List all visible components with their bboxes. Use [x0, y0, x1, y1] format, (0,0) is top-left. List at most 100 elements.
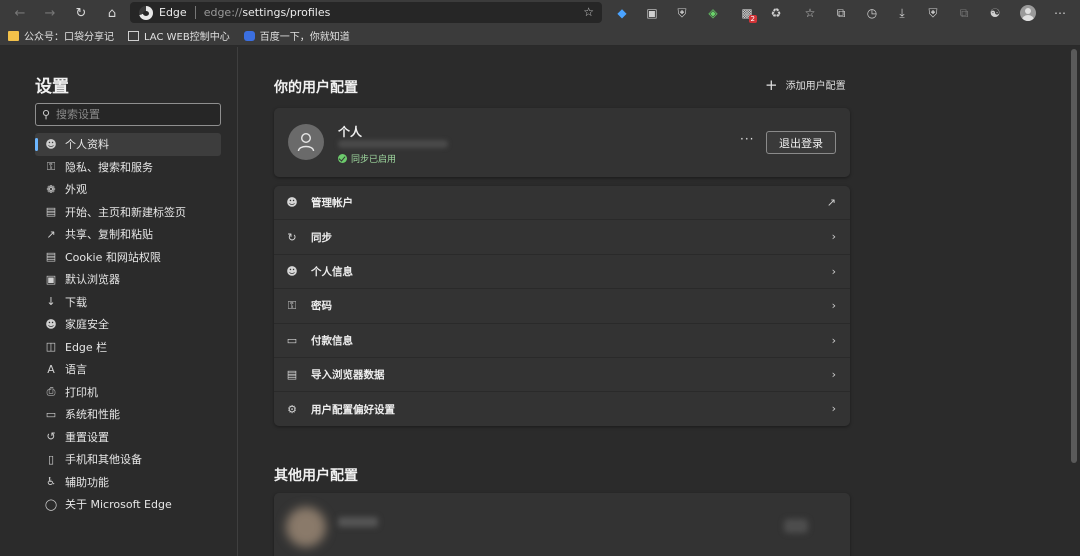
row-personal-info[interactable]: ☻ 个人信息 ›	[274, 255, 850, 290]
sidebar-item-reset[interactable]: ↺ 重置设置	[35, 426, 221, 449]
more-options-icon[interactable]: ···	[740, 132, 754, 146]
sign-out-button[interactable]: 退出登录	[766, 131, 836, 154]
profile-email-redacted	[338, 140, 448, 148]
sidebar-item-label: 外观	[65, 183, 87, 197]
add-profile-label: 添加用户配置	[785, 81, 846, 92]
extension-shield-icon[interactable]: ⛨	[671, 2, 693, 24]
extensions-icon[interactable]: ♻	[765, 2, 787, 24]
history-icon[interactable]: ◷	[861, 2, 883, 24]
site-name: Edge	[159, 6, 187, 19]
home-icon: ▤	[45, 205, 57, 219]
refresh-icon[interactable]: ↻	[66, 1, 96, 25]
sidebar-item-label: 关于 Microsoft Edge	[65, 498, 172, 512]
bookmark-item[interactable]: 百度一下，你就知道	[243, 28, 350, 43]
folder-icon	[8, 30, 19, 41]
bookmark-item[interactable]: 公众号：口袋分享记	[8, 28, 114, 43]
plus-icon: +	[765, 75, 778, 94]
sidebar-item-languages[interactable]: A 语言	[35, 358, 221, 381]
sidebar-item-printers[interactable]: ⎙ 打印机	[35, 381, 221, 404]
sidebar-item-label: 系统和性能	[65, 408, 120, 422]
row-passwords[interactable]: ⚿ 密码 ›	[274, 289, 850, 324]
row-label: 导入浏览器数据	[311, 369, 385, 382]
sync-status-label: 同步已启用	[351, 155, 397, 165]
address-bar[interactable]: Edge edge://settings/profiles ☆	[130, 2, 602, 23]
url-prefix: edge://	[203, 6, 243, 19]
laptop-icon: ▭	[45, 407, 57, 421]
sidebar-item-label: 默认浏览器	[65, 273, 120, 287]
sidebar-item-label: 开始、主页和新建标签页	[65, 205, 186, 219]
share-icon[interactable]: ⧉	[953, 2, 975, 24]
browser-essentials-icon[interactable]: ⛨	[922, 2, 944, 24]
card-icon: ▭	[286, 333, 298, 347]
sidebar-item-about[interactable]: ◯ 关于 Microsoft Edge	[35, 493, 221, 516]
row-label: 用户配置偏好设置	[311, 404, 395, 417]
address-separator	[194, 6, 196, 19]
sidebar-item-accessibility[interactable]: ♿ 辅助功能	[35, 471, 221, 494]
language-icon: A	[47, 362, 55, 376]
extension-vr-icon[interactable]: ▣	[641, 2, 663, 24]
favorites-icon[interactable]: ☆	[799, 2, 821, 24]
sidebar-item-privacy[interactable]: ⚿ 隐私、搜索和服务	[35, 156, 221, 179]
reset-icon: ↺	[46, 430, 56, 444]
feedback-icon[interactable]: ☯	[984, 2, 1006, 24]
sidebar-item-profiles[interactable]: ☻ 个人资料	[35, 133, 221, 156]
sidebar-item-edge-bar[interactable]: ◫ Edge 栏	[35, 336, 221, 359]
add-favorite-icon[interactable]: ☆	[583, 5, 594, 19]
profile-name: 个人	[338, 125, 363, 139]
row-payment-info[interactable]: ▭ 付款信息 ›	[274, 324, 850, 358]
sidebar-item-label: 家庭安全	[65, 318, 109, 332]
bookmark-label: 公众号：口袋分享记	[24, 32, 114, 43]
extension-badge-icon[interactable]: ▩ 2	[736, 2, 758, 24]
collections-icon[interactable]: ⧉	[830, 2, 852, 24]
downloads-icon[interactable]: ⤓	[891, 2, 913, 24]
avatar-icon	[1020, 5, 1036, 21]
search-input[interactable]	[56, 108, 206, 121]
other-profile-card	[274, 493, 850, 556]
sidebar-item-system[interactable]: ▭ 系统和性能	[35, 403, 221, 426]
scrollbar-thumb[interactable]	[1071, 49, 1077, 463]
key-icon: ⚿	[287, 298, 297, 312]
sidebar-item-phone[interactable]: ▯ 手机和其他设备	[35, 448, 221, 471]
chevron-right-icon: ›	[831, 299, 836, 313]
other-profile-name-redacted	[338, 517, 378, 527]
forward-icon[interactable]: →	[35, 1, 65, 25]
row-import-data[interactable]: ▤ 导入浏览器数据 ›	[274, 358, 850, 393]
settings-search[interactable]: ⚲	[35, 103, 221, 126]
edge-bar-icon: ◫	[45, 340, 57, 354]
sidebar-item-share[interactable]: ↗ 共享、复制和粘贴	[35, 223, 221, 246]
search-icon: ⚲	[41, 108, 51, 121]
sidebar-item-family[interactable]: ☻ 家庭安全	[35, 313, 221, 336]
sidebar-item-default-browser[interactable]: ▣ 默认浏览器	[35, 268, 221, 291]
home-icon[interactable]: ⌂	[97, 1, 127, 25]
switch-profile-button[interactable]	[784, 519, 808, 533]
row-profile-preferences[interactable]: ⚙ 用户配置偏好设置 ›	[274, 392, 850, 426]
extension-color-icon[interactable]: ◈	[702, 2, 724, 24]
row-sync[interactable]: ↻ 同步 ›	[274, 220, 850, 255]
profile-avatar[interactable]	[1017, 2, 1039, 24]
row-manage-account[interactable]: ☻ 管理帐户 ↗	[274, 186, 850, 221]
extension-diamond-icon[interactable]: ◆	[611, 2, 633, 24]
share-icon: ↗	[46, 227, 56, 241]
sidebar-item-start-home[interactable]: ▤ 开始、主页和新建标签页	[35, 201, 221, 224]
bookmark-item[interactable]: LAC WEB控制中心	[128, 28, 230, 43]
back-icon[interactable]: ←	[5, 1, 35, 25]
add-profile-button[interactable]: + 添加用户配置	[765, 77, 846, 92]
phone-icon: ▯	[47, 452, 55, 466]
menu-more-icon[interactable]: ⋯	[1049, 2, 1071, 24]
row-label: 个人信息	[311, 265, 353, 278]
import-icon: ▤	[286, 368, 298, 382]
sidebar-item-label: 语言	[65, 363, 87, 377]
person-icon	[297, 132, 315, 152]
other-profile-avatar	[286, 507, 326, 547]
sidebar-item-appearance[interactable]: ❁ 外观	[35, 178, 221, 201]
profile-settings-list: ☻ 管理帐户 ↗ ↻ 同步 › ☻ 个人信息 › ⚿ 密码 › ▭ 付款信息 ›…	[274, 186, 850, 426]
edge-logo-icon	[139, 5, 153, 20]
sidebar-item-cookies[interactable]: ▤ Cookie 和网站权限	[35, 246, 221, 269]
check-icon	[338, 154, 347, 163]
id-card-icon: ☻	[286, 264, 298, 278]
page-scrollbar[interactable]	[1068, 47, 1080, 556]
sidebar-item-label: 共享、复制和粘贴	[65, 228, 153, 242]
sidebar-item-label: 隐私、搜索和服务	[65, 160, 153, 174]
chevron-right-icon: ›	[831, 230, 836, 244]
sidebar-item-downloads[interactable]: ↓ 下载	[35, 291, 221, 314]
